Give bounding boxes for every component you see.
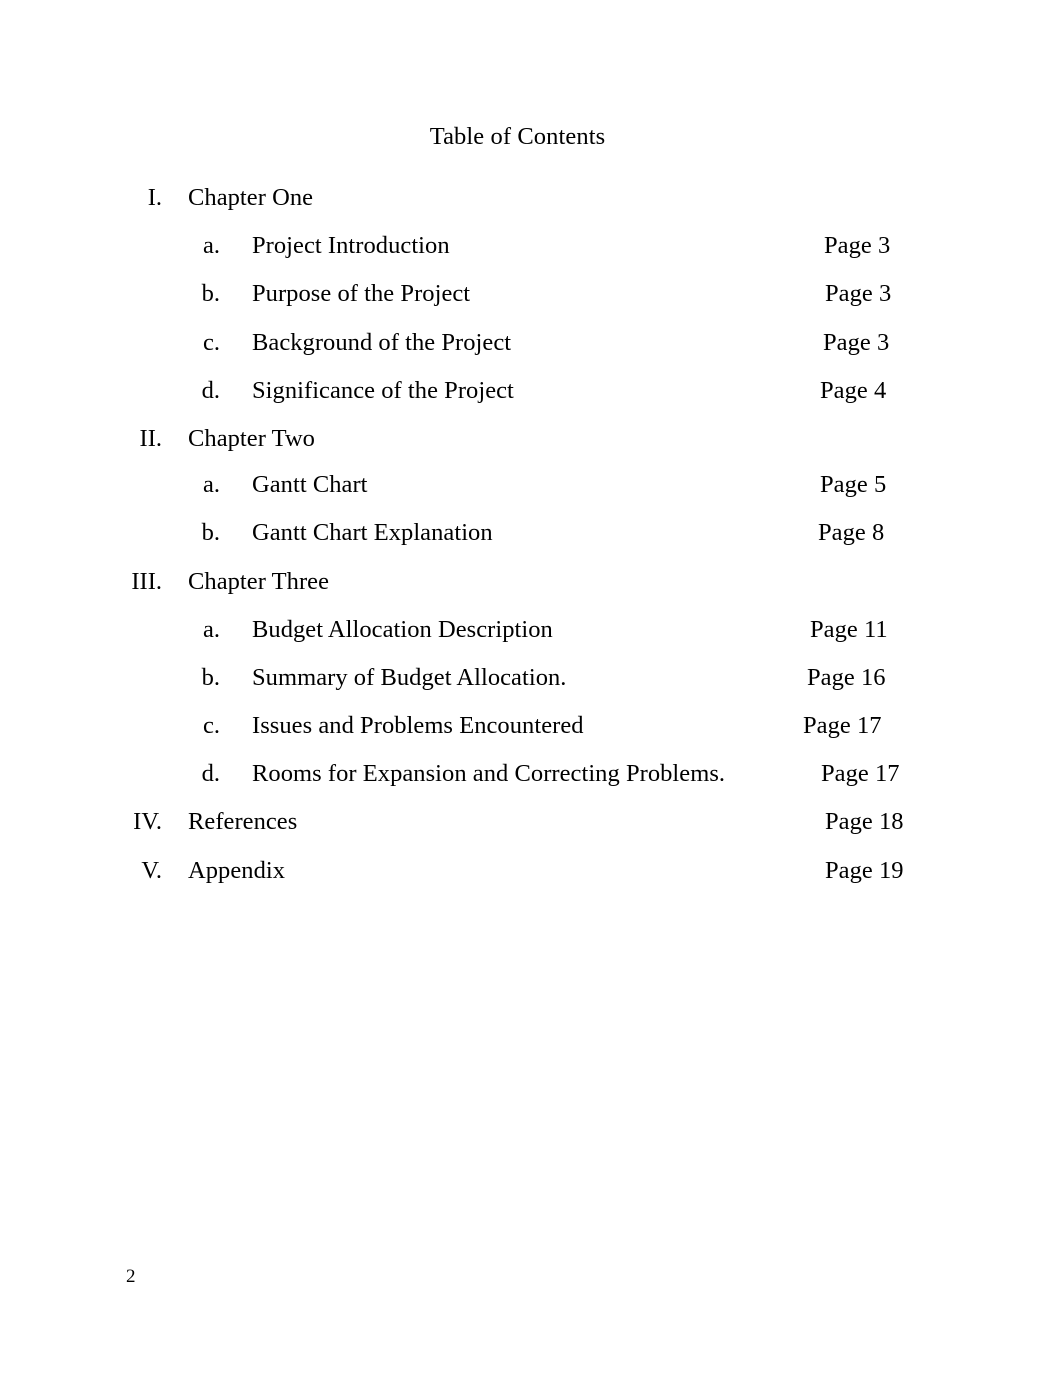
toc-entry-label[interactable]: Chapter Two (188, 422, 315, 456)
toc-entry-label[interactable]: Significance of the Project (252, 374, 514, 408)
toc-entry-marker: b. (201, 280, 220, 307)
toc-entry[interactable]: V. Appendix Page 19 (0, 854, 1062, 888)
toc-entry-marker: a. (203, 616, 220, 643)
toc-entry-marker: II. (139, 425, 162, 452)
toc-entry-marker: d. (201, 377, 220, 404)
toc-entry-page-number: Page 19 (825, 857, 904, 884)
toc-entry-page-number: Page 17 (803, 712, 882, 739)
toc-entry-page-number: Page 8 (818, 519, 885, 546)
toc-entry-label[interactable]: Chapter One (188, 181, 313, 215)
toc-entry-page-number: Page 3 (823, 329, 890, 356)
toc-entry-marker: I. (147, 184, 162, 211)
toc-entry-label[interactable]: Purpose of the Project (252, 277, 470, 311)
toc-entry-label[interactable]: Project Introduction (252, 229, 450, 263)
toc-entry-label[interactable]: Summary of Budget Allocation. (252, 661, 566, 695)
toc-entry[interactable]: IV. References Page 18 (0, 805, 1062, 839)
toc-entry-marker: c. (203, 712, 220, 739)
toc-entry-label[interactable]: Issues and Problems Encountered (252, 709, 584, 743)
toc-entry-marker: a. (203, 232, 220, 259)
toc-entry-label[interactable]: Budget Allocation Description (252, 613, 553, 647)
toc-entry-marker: V. (141, 857, 162, 884)
toc-entry[interactable]: d. Rooms for Expansion and Correcting Pro… (0, 757, 1062, 791)
toc-entry-label[interactable]: Background of the Project (252, 326, 511, 360)
toc-entry[interactable]: I. Chapter One (0, 181, 1062, 215)
toc-entry-page-number: Page 11 (810, 616, 888, 643)
toc-entry[interactable]: a. Gantt Chart Page 5 (0, 468, 1062, 502)
toc-entry[interactable]: II. Chapter Two (0, 422, 1062, 456)
toc-entry-marker: b. (201, 519, 220, 546)
toc-entry-marker: a. (203, 471, 220, 498)
toc-entry-page-number: Page 16 (807, 664, 886, 691)
toc-entry-page-number: Page 5 (820, 471, 887, 498)
toc-entry-page-number: Page 17 (821, 760, 900, 787)
toc-entry[interactable]: a. Project Introduction Page 3 (0, 229, 1062, 263)
page-folio-number: 2 (126, 1266, 136, 1287)
toc-entry-page-number: Page 3 (824, 232, 891, 259)
toc-entry-label[interactable]: Appendix (188, 854, 285, 888)
toc-entry-label[interactable]: Gantt Chart Explanation (252, 516, 493, 550)
toc-entry-label[interactable]: Rooms for Expansion and Correcting Probl… (252, 757, 725, 791)
toc-entry[interactable]: d. Significance of the Project Page 4 (0, 374, 1062, 408)
toc-entry-marker: IV. (133, 808, 162, 835)
toc-entry-page-number: Page 18 (825, 808, 904, 835)
toc-entry-label[interactable]: Chapter Three (188, 565, 329, 599)
toc-entry[interactable]: b. Summary of Budget Allocation. Page 16 (0, 661, 1062, 695)
document-page: Table of Contents I. Chapter One a. Project… (0, 0, 1062, 1376)
toc-entry[interactable]: b. Purpose of the Project Page 3 (0, 277, 1062, 311)
page-title: Table of Contents (429, 123, 606, 150)
toc-entry[interactable]: c. Background of the Project Page 3 (0, 326, 1062, 360)
toc-entry-marker: III. (131, 568, 162, 595)
toc-entry[interactable]: III. Chapter Three (0, 565, 1062, 599)
toc-entry[interactable]: b. Gantt Chart Explanation Page 8 (0, 516, 1062, 550)
toc-entry-marker: d. (201, 760, 220, 787)
toc-entry-page-number: Page 4 (820, 377, 887, 404)
toc-entry[interactable]: c. Issues and Problems Encountered Page 17 (0, 709, 1062, 743)
toc-entry[interactable]: a. Budget Allocation Description Page 11 (0, 613, 1062, 647)
toc-entry-label[interactable]: Gantt Chart (252, 468, 368, 502)
toc-entry-label[interactable]: References (188, 805, 297, 839)
toc-entry-page-number: Page 3 (825, 280, 892, 307)
toc-entry-marker: c. (203, 329, 220, 356)
toc-entry-marker: b. (201, 664, 220, 691)
